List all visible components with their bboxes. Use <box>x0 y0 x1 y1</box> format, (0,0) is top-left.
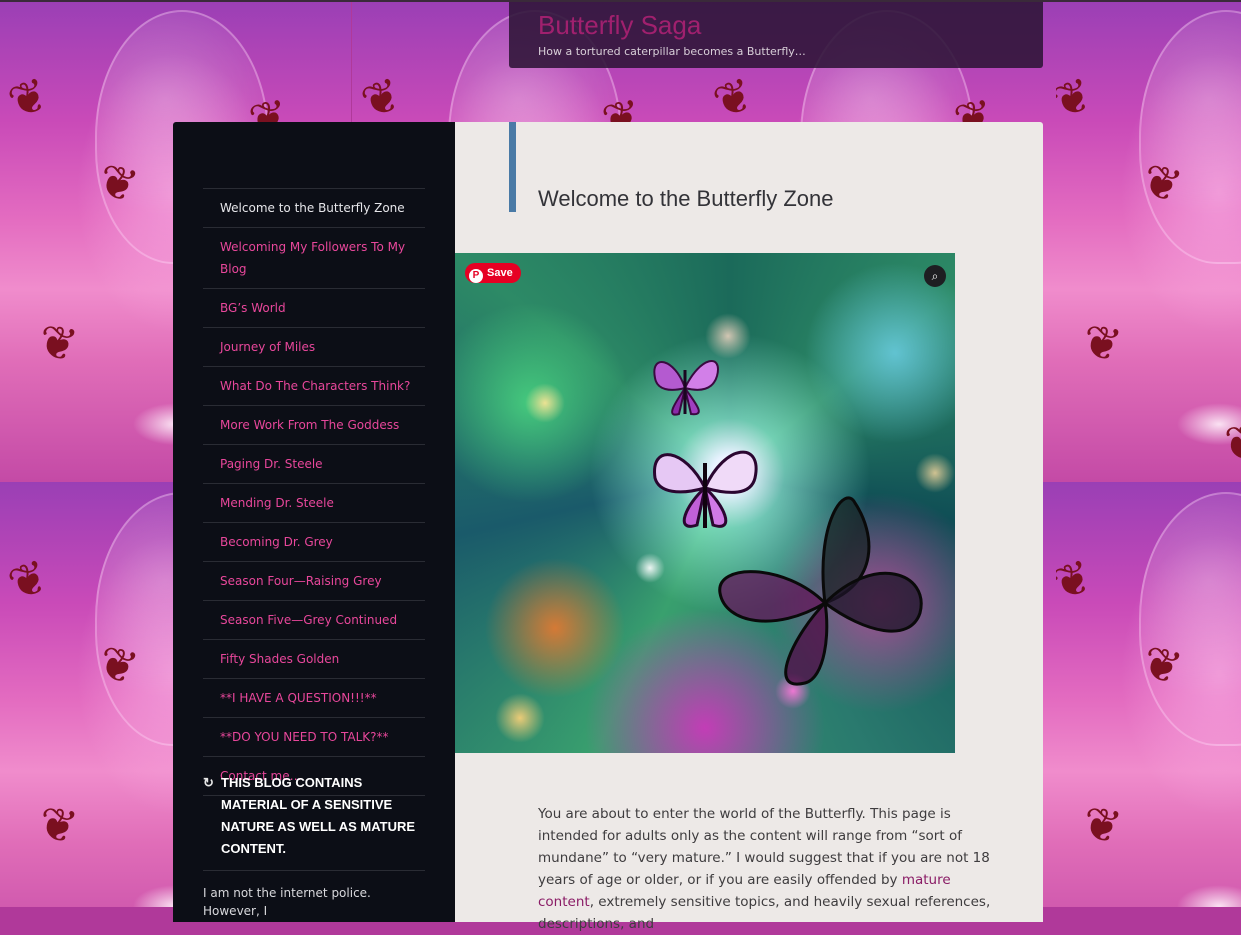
butterfly-icon: ❦ <box>1220 414 1241 472</box>
warning-widget-title-text: THIS BLOG CONTAINS MATERIAL OF A SENSITI… <box>221 775 416 856</box>
butterfly-icon: ❦ <box>34 795 82 855</box>
site-title[interactable]: Butterfly Saga <box>538 10 701 41</box>
sidebar-nav-item[interactable]: Journey of Miles <box>203 328 425 367</box>
spiral-icon: ↻ <box>203 775 214 790</box>
pinterest-save-label: Save <box>487 267 513 279</box>
sidebar-nav-item[interactable]: Becoming Dr. Grey <box>203 523 425 562</box>
sidebar-nav-item[interactable]: Welcoming My Followers To My Blog <box>203 228 425 289</box>
sidebar-nav-item[interactable]: Paging Dr. Steele <box>203 445 425 484</box>
sidebar-nav-item[interactable]: More Work From The Goddess <box>203 406 425 445</box>
sidebar-nav-item[interactable]: **DO YOU NEED TO TALK?** <box>203 718 425 757</box>
butterfly-icon: ❦ <box>353 66 409 130</box>
butterfly-galaxy-image[interactable]: P Save ⌕ <box>455 253 955 753</box>
warning-widget-title: ↻ THIS BLOG CONTAINS MATERIAL OF A SENSI… <box>203 772 425 860</box>
sidebar-nav-item[interactable]: Fifty Shades Golden <box>203 640 425 679</box>
site-tagline: How a tortured caterpillar becomes a But… <box>538 45 806 58</box>
butterfly-small <box>653 360 719 416</box>
sidebar-nav-item[interactable]: Season Five—Grey Continued <box>203 601 425 640</box>
entry-title: Welcome to the Butterfly Zone <box>538 186 834 211</box>
bokeh-orb <box>495 693 545 743</box>
page-navigation: Welcome to the Butterfly Zone Welcoming M… <box>203 188 425 796</box>
pinterest-save-button[interactable]: P Save <box>465 263 521 283</box>
bokeh-orb <box>635 553 665 583</box>
butterfly-icon: ❦ <box>0 548 56 612</box>
lightbulb-graphic <box>1139 10 1241 264</box>
title-accent-bar <box>509 122 516 212</box>
sidebar-nav-item[interactable]: BG’s World <box>203 289 425 328</box>
butterfly-icon: ❦ <box>34 313 82 373</box>
sidebar-nav-item[interactable]: Season Four—Raising Grey <box>203 562 425 601</box>
butterfly-icon: ❦ <box>705 66 761 130</box>
sidebar-nav-item[interactable]: **I HAVE A QUESTION!!!** <box>203 679 425 718</box>
entry-body-text: You are about to enter the world of the … <box>538 803 1010 935</box>
sidebar-nav-item[interactable]: Welcome to the Butterfly Zone <box>203 189 425 228</box>
butterfly-large-shadow <box>718 496 923 686</box>
widget-divider <box>203 870 425 871</box>
content-area: Welcome to the Butterfly Zone P Save ⌕ Y… <box>455 122 1043 932</box>
visual-search-icon[interactable]: ⌕ <box>924 265 946 287</box>
butterfly-icon: ❦ <box>1078 313 1126 373</box>
sidebar-nav-item[interactable]: Mending Dr. Steele <box>203 484 425 523</box>
background-tile: ❦❦❦❦❦❦ <box>1043 0 1241 482</box>
bokeh-orb <box>525 383 565 423</box>
lightbulb-graphic <box>1139 492 1241 746</box>
pinterest-icon: P <box>469 269 483 283</box>
entry-body-part: , extremely sensitive topics, and heavil… <box>538 894 991 932</box>
butterfly-icon: ❦ <box>1221 896 1241 907</box>
butterfly-icon: ❦ <box>0 66 56 130</box>
site-header: Butterfly Saga How a tortured caterpilla… <box>509 2 1043 68</box>
sidebar-nav-item[interactable]: What Do The Characters Think? <box>203 367 425 406</box>
sidebar: Welcome to the Butterfly Zone Welcoming M… <box>173 122 455 922</box>
butterfly-icon: ❦ <box>1078 795 1126 855</box>
warning-widget-text: I am not the internet police. However, I <box>203 886 371 918</box>
background-tile: ❦❦❦❦❦❦ <box>1043 482 1241 907</box>
main-container: Welcome to the Butterfly Zone Welcoming M… <box>173 122 1043 932</box>
